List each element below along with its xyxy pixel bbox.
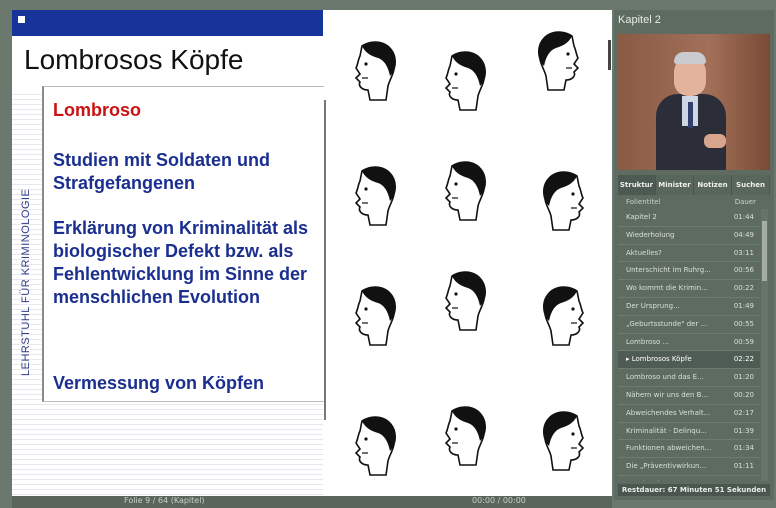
list-item-title: Lombrosos Köpfe: [626, 355, 692, 363]
list-item[interactable]: Wiederholung 04:49: [618, 227, 760, 245]
slide-title: Lombrosos Köpfe: [24, 44, 244, 75]
list-item-duration: 01:49: [733, 301, 754, 310]
tab-notizen[interactable]: Notizen: [694, 175, 732, 195]
list-item[interactable]: Nähern wir uns den B... 00:20: [618, 387, 760, 405]
list-item-title: Aktuelles?: [626, 248, 662, 257]
chapter-list: Kapitel 2 01:44 Wiederholung 04:49 Aktuelles…: [618, 209, 760, 481]
list-item-duration: 04:49: [733, 230, 754, 239]
profile-head-illustration: [434, 268, 490, 338]
list-item-title: Der Ursprung...: [626, 301, 680, 310]
profile-head-illustration: [344, 413, 400, 483]
bullet-3: Vermessung von Köpfen: [53, 373, 265, 393]
list-scrollbar[interactable]: [761, 209, 768, 481]
header-title: Folientitel: [626, 198, 661, 206]
list-item-duration: 01:20: [733, 373, 754, 382]
list-item-duration: 03:11: [733, 248, 754, 257]
panel-tabs: Struktur Minister Notizen Suchen: [618, 175, 770, 195]
list-item-duration: 01:55: [734, 480, 754, 481]
list-item-title: Abweichendes Verhalt...: [626, 408, 711, 417]
chapter-title: Kapitel 2: [618, 14, 661, 26]
bullet-box: Lombroso Studien mit Soldaten und Strafg…: [42, 86, 324, 402]
profile-head-illustration: [344, 38, 400, 108]
tab-suchen[interactable]: Suchen: [732, 175, 770, 195]
list-item-title: „Geburtsstunde" der ...: [626, 319, 708, 328]
list-item-title: Wo kommt die Krimin...: [626, 284, 708, 293]
profile-head-illustration: [434, 158, 490, 228]
list-item-duration: 00:59: [733, 337, 754, 346]
profile-head-illustration: [534, 28, 590, 98]
list-item[interactable]: Lombroso ... 00:59: [618, 334, 760, 352]
heads-illustration: [334, 28, 604, 488]
list-item[interactable]: Die „Präventivwirkun... 01:11: [618, 458, 760, 476]
list-item[interactable]: Kapitel 2 01:44: [618, 209, 760, 227]
list-item-duration: 00:56: [733, 266, 754, 275]
bullet-2: Erklärung von Kriminalität als biologisc…: [53, 218, 309, 307]
tab-struktur[interactable]: Struktur: [618, 175, 656, 195]
list-item-title: Funktionen abweichen...: [626, 444, 712, 453]
speaker-video[interactable]: [618, 34, 770, 170]
list-item-title: Kapitel 2: [626, 213, 657, 221]
time-display: 00:00 / 00:00: [472, 496, 526, 505]
list-item[interactable]: Aktuelles? 03:11: [618, 245, 760, 263]
list-item-title: Die „Präventivwirkun...: [626, 462, 707, 471]
navigation-panel: Kapitel 2 Struktur Minister Notizen Such…: [614, 10, 774, 500]
list-item[interactable]: Lombroso und das E... 01:20: [618, 369, 760, 387]
playback-bar[interactable]: Folie 9 / 64 (Kapitel) 00:00 / 00:00: [12, 496, 612, 508]
profile-head-illustration: [344, 283, 400, 353]
profile-head-illustration: [434, 48, 490, 118]
list-item[interactable]: Lombrosos Köpfe 02:22: [618, 351, 760, 370]
profile-head-illustration: [344, 163, 400, 233]
list-item-title: Unterschicht im Ruhrg...: [626, 266, 711, 275]
list-item-duration: 01:44: [733, 213, 754, 221]
list-item-title: Kriminalität · Delinqu...: [626, 426, 707, 435]
slide-header-bar: [12, 10, 323, 36]
content-divider: [324, 100, 326, 420]
list-item-duration: 00:55: [733, 319, 754, 328]
list-item[interactable]: Unterschicht im Ruhrg... 00:56: [618, 262, 760, 281]
bullet-heading: Lombroso: [53, 100, 141, 120]
slide-info: Folie 9 / 64 (Kapitel): [124, 496, 205, 505]
list-item-title: Nähern wir uns den B...: [626, 390, 709, 399]
list-item-title: Lombroso ...: [626, 337, 670, 346]
list-item-title: Wiederholung: [626, 230, 675, 239]
list-item[interactable]: Wo kommt die Krimin... 00:22: [618, 280, 760, 298]
list-item[interactable]: „Geburtsstunde" der ... 00:55: [618, 316, 760, 334]
list-item-duration: 01:11: [733, 462, 754, 471]
list-item-title: Lombroso und das E...: [626, 373, 704, 382]
list-item-duration: 00:20: [733, 390, 754, 399]
profile-head-illustration: [539, 168, 595, 238]
list-header: Folientitel Dauer: [618, 196, 770, 208]
profile-head-illustration: [434, 403, 490, 473]
list-item[interactable]: Funktionen abweichen... 01:34: [618, 440, 760, 459]
slide-view: Lombrosos Köpfe LEHRSTUHL FÜR KRIMINOLOG…: [12, 10, 612, 496]
profile-head-illustration: [539, 408, 595, 478]
list-item-title: Was ist eine Norm? N...: [626, 480, 707, 481]
profile-head-illustration: [539, 283, 595, 353]
list-item[interactable]: Der Ursprung... 01:49: [618, 298, 760, 316]
slide-scroll-indicator: [608, 40, 611, 70]
remaining-time: Restdauer: 67 Minuten 51 Sekunden: [618, 484, 770, 496]
list-item-duration: 01:34: [733, 444, 754, 453]
header-duration: Dauer: [734, 198, 756, 206]
list-item-duration: 01:39: [733, 426, 754, 435]
list-item[interactable]: Kriminalität · Delinqu... 01:39: [618, 423, 760, 441]
list-item-duration: 02:22: [733, 355, 754, 364]
player-window: Lombrosos Köpfe LEHRSTUHL FÜR KRIMINOLOG…: [0, 0, 776, 508]
tab-minister[interactable]: Minister: [656, 175, 694, 195]
list-item-duration: 02:17: [733, 408, 754, 417]
list-item[interactable]: Was ist eine Norm? N... 01:55: [618, 476, 760, 481]
bullet-1: Studien mit Soldaten und Strafgefangenen: [53, 150, 270, 193]
list-item-duration: 00:22: [733, 284, 754, 293]
side-label: LEHRSTUHL FÜR KRIMINOLOGIE: [20, 188, 32, 376]
list-item[interactable]: Abweichendes Verhalt... 02:17: [618, 405, 760, 423]
